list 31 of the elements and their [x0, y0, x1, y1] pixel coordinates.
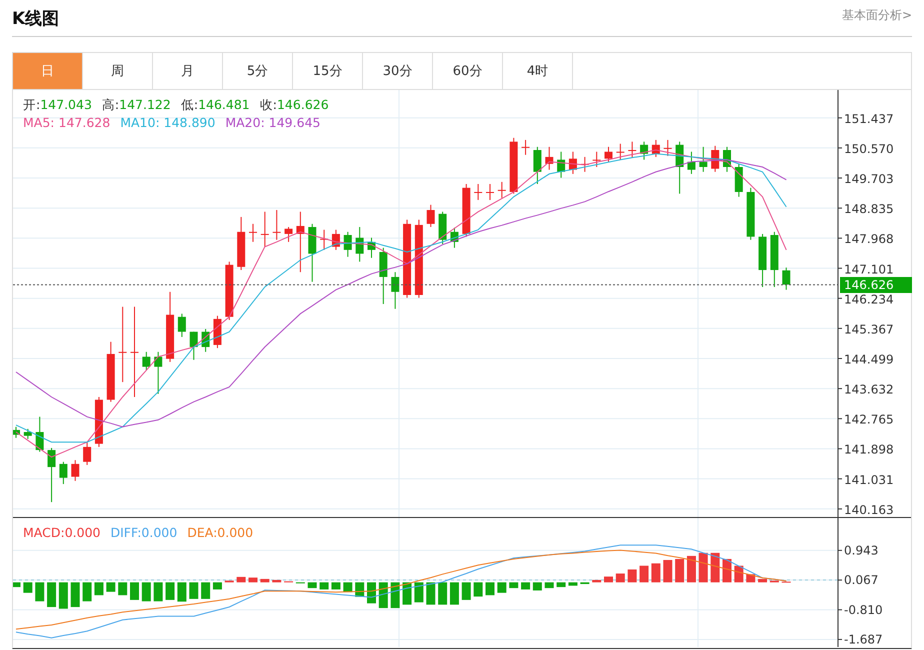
current-price-tag: 146.626	[840, 276, 912, 293]
price-axis-label: 142.765	[844, 412, 894, 427]
macd-legend-value: DIFF:0.000	[110, 524, 178, 542]
moving-average-value: MA5: 147.628	[23, 114, 110, 132]
price-axis-label: 143.632	[844, 382, 894, 397]
price-axis-label: 148.835	[844, 202, 894, 216]
price-axis-label: 140.163	[844, 502, 894, 517]
price-axis-label: 149.703	[844, 172, 894, 186]
page-title: K线图	[12, 8, 60, 30]
macd-legend-value: DEA:0.000	[187, 524, 254, 542]
macd-legend-value: MACD:0.000	[23, 524, 100, 542]
macd-axis-label: -0.810	[844, 602, 883, 617]
price-axis-label: 145.367	[844, 322, 894, 336]
fundamental-analysis-link[interactable]: 基本面分析>	[842, 6, 912, 24]
price-axis-label: 146.234	[844, 292, 894, 306]
moving-average-value: MA20: 149.645	[225, 114, 320, 132]
quote-value: 收:146.626	[260, 96, 329, 114]
price-axis-label: 141.898	[844, 442, 894, 457]
price-axis-label: 151.437	[844, 112, 894, 126]
macd-axis-label: -1.687	[844, 632, 883, 646]
price-axis-label: 150.570	[844, 142, 894, 156]
moving-average-value: MA10: 148.890	[120, 114, 216, 132]
price-axis-label: 147.968	[844, 232, 894, 246]
quote-value: 高:147.122	[102, 96, 171, 114]
price-axis-label: 147.101	[844, 262, 894, 276]
quote-value: 开:147.043	[23, 96, 92, 114]
price-axis-label: 141.031	[844, 472, 894, 487]
price-axis-label: 144.499	[844, 352, 894, 367]
quote-value: 低:146.481	[180, 96, 250, 114]
macd-axis-label: 0.943	[844, 543, 878, 558]
macd-axis-label: 0.067	[844, 573, 878, 588]
